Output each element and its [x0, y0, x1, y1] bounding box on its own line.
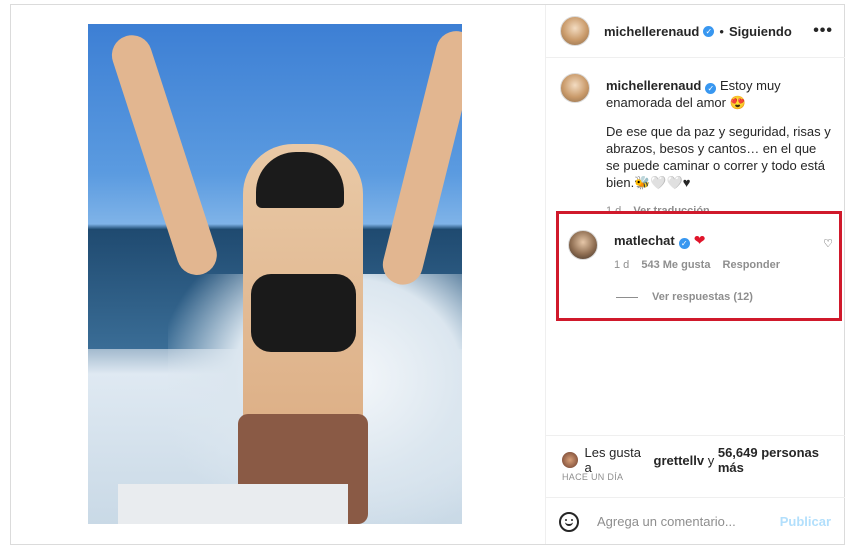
- photo-bikini-top: [251, 274, 356, 352]
- post-photo[interactable]: [88, 24, 462, 524]
- replies-line: [616, 296, 638, 298]
- likes-middle: y: [707, 452, 715, 468]
- liker-avatar[interactable]: [562, 452, 578, 468]
- comment-meta: 1 d 543 Me gusta Responder: [614, 259, 789, 271]
- post-comment-button[interactable]: Publicar: [780, 514, 831, 529]
- likes-prefix: Les gusta a: [584, 445, 641, 475]
- photo-area: [11, 5, 545, 544]
- caption-username[interactable]: michellerenaud: [606, 78, 701, 93]
- view-replies-button[interactable]: Ver respuestas (12): [616, 291, 753, 303]
- more-horizontal-icon[interactable]: •••: [813, 22, 833, 40]
- following-button[interactable]: Siguiendo: [729, 24, 792, 39]
- commenter-avatar[interactable]: [568, 230, 598, 260]
- post-header: michellerenaud ✓ • Siguiendo •••: [546, 5, 845, 58]
- add-comment-bar: Publicar: [546, 497, 845, 545]
- caption-line2: De ese que da paz y seguridad, risas y a…: [606, 124, 831, 190]
- separator-dot: •: [719, 23, 724, 39]
- comment-input[interactable]: [595, 513, 779, 530]
- post-dialog: michellerenaud ✓ • Siguiendo ••• michell…: [10, 4, 845, 545]
- comment-like-icon[interactable]: ♡: [823, 237, 833, 250]
- view-replies-label: Ver respuestas (12): [652, 291, 753, 303]
- author-username[interactable]: michellerenaud: [604, 24, 699, 39]
- highlighted-comment: matlechat ✓ ❤ 1 d 543 Me gusta Responder ♡…: [556, 211, 842, 321]
- caption-avatar[interactable]: [560, 73, 590, 103]
- post-sidebar: michellerenaud ✓ • Siguiendo ••• michell…: [545, 5, 845, 544]
- likes-section: Les gusta a grettellv y 56,649 personas …: [546, 435, 845, 498]
- photo-boat: [118, 484, 348, 524]
- caption-body: michellerenaud ✓ Estoy muy enamorada del …: [606, 77, 831, 220]
- red-heart-emoji: ❤: [693, 232, 706, 248]
- verified-icon: ✓: [703, 25, 715, 37]
- commenter-username[interactable]: matlechat: [614, 233, 675, 248]
- comment-likes[interactable]: 543 Me gusta: [641, 259, 710, 271]
- comment-text: matlechat ✓ ❤: [614, 232, 705, 249]
- verified-icon: ✓: [705, 83, 717, 94]
- post-timestamp[interactable]: HACE UN DÍA: [562, 472, 623, 482]
- liker-username[interactable]: grettellv: [654, 453, 705, 468]
- author-avatar[interactable]: [560, 16, 590, 46]
- likes-row: Les gusta a grettellv y 56,649 personas …: [562, 445, 845, 475]
- verified-icon: ✓: [678, 238, 690, 249]
- comment-time[interactable]: 1 d: [614, 259, 629, 271]
- likes-count[interactable]: 56,649 personas más: [718, 445, 845, 475]
- reply-button[interactable]: Responder: [723, 259, 780, 271]
- emoji-icon[interactable]: [559, 511, 579, 532]
